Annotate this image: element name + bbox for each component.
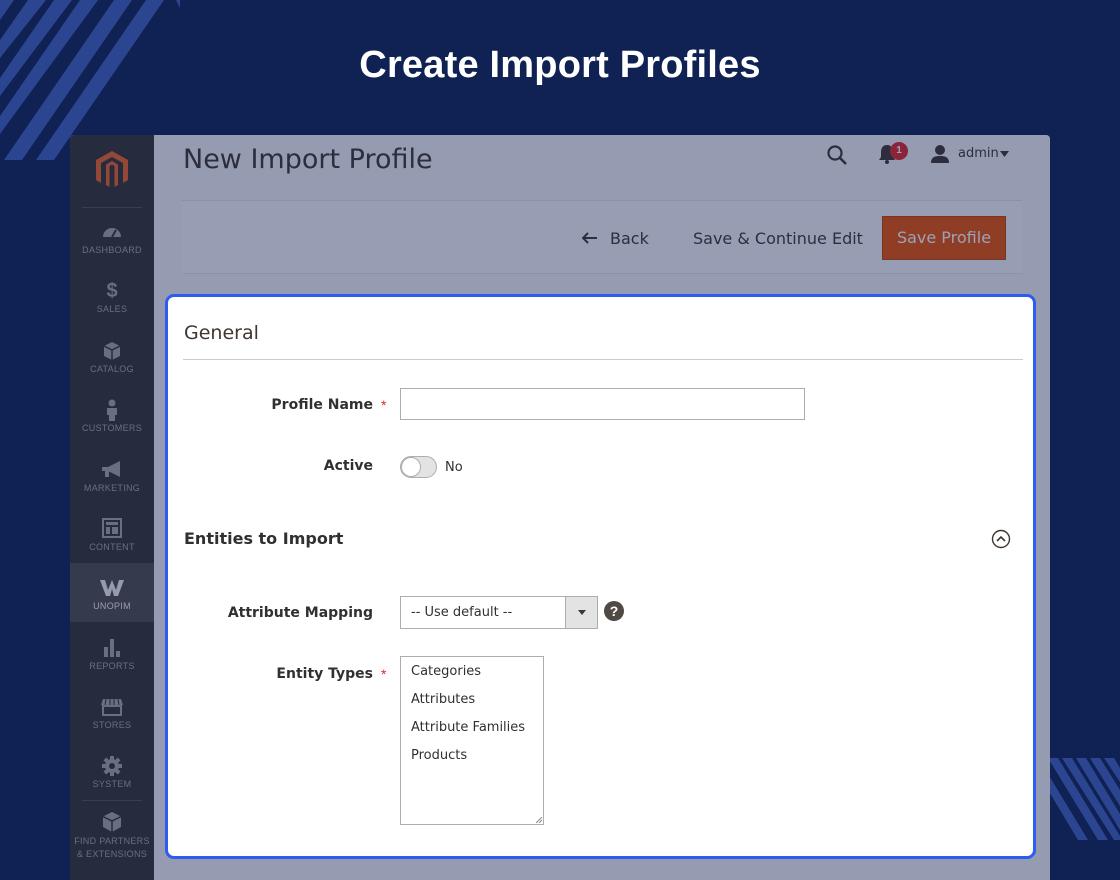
caret-down-icon — [578, 610, 586, 615]
active-toggle-state: No — [445, 460, 463, 475]
sidebar-item-label: CUSTOMERS — [81, 423, 143, 433]
sidebar-divider — [82, 207, 142, 208]
hero-title: Create Import Profiles — [359, 44, 761, 86]
sidebar-item-find-partners[interactable]: FIND PARTNERS & EXTENSIONS — [70, 811, 154, 871]
arrow-left-icon — [582, 232, 597, 244]
sidebar-item-marketing[interactable]: MARKETING — [70, 459, 154, 517]
unopim-logo-icon — [100, 580, 124, 596]
active-label: Active — [323, 458, 373, 474]
back-button[interactable]: Back — [582, 229, 649, 248]
sidebar-item-unopim[interactable]: UNOPIM — [70, 563, 154, 622]
cube-icon — [102, 812, 122, 832]
help-question-icon[interactable]: ? — [604, 601, 624, 621]
gear-icon — [102, 756, 122, 776]
sidebar-item-catalog[interactable]: CATALOG — [70, 340, 154, 398]
back-button-label: Back — [610, 229, 649, 248]
sidebar-item-label: MARKETING — [83, 483, 141, 493]
entity-type-option[interactable]: Categories — [401, 661, 543, 689]
attribute-mapping-selected: -- Use default -- — [411, 605, 513, 620]
sidebar-item-label: STORES — [92, 720, 132, 730]
section-title-general: General — [184, 322, 259, 344]
page-title: New Import Profile — [183, 144, 433, 175]
sidebar-divider — [82, 800, 142, 801]
megaphone-icon — [102, 461, 120, 477]
sidebar-item-label: CONTENT — [89, 542, 135, 552]
sidebar-item-label: FIND PARTNERS — [74, 836, 150, 846]
sidebar-item-label-line2: & EXTENSIONS — [76, 849, 148, 859]
resize-grip-icon[interactable] — [536, 817, 542, 823]
sidebar-item-label: CATALOG — [90, 364, 134, 374]
sidebar-item-sales[interactable]: $ SALES — [70, 280, 154, 338]
decorative-stripes-bottom-right — [1048, 758, 1120, 840]
save-profile-button[interactable]: Save Profile — [882, 216, 1006, 260]
sidebar-item-label: REPORTS — [89, 661, 135, 671]
select-arrow — [565, 597, 597, 628]
sidebar-item-label: UNOPIM — [93, 601, 131, 611]
required-asterisk: * — [381, 666, 387, 682]
entity-types-multiselect[interactable]: Categories Attributes Attribute Families… — [400, 656, 544, 825]
sidebar-item-stores[interactable]: STORES — [70, 696, 154, 754]
save-and-continue-button[interactable]: Save & Continue Edit — [693, 229, 863, 248]
sidebar-item-dashboard[interactable]: DASHBOARD — [70, 221, 154, 279]
section-divider — [183, 359, 1023, 360]
sidebar-item-customers[interactable]: CUSTOMERS — [70, 399, 154, 457]
speedometer-icon — [103, 228, 121, 238]
attribute-mapping-label: Attribute Mapping — [227, 605, 373, 621]
attribute-mapping-select[interactable]: -- Use default -- — [400, 596, 598, 629]
sidebar-item-system[interactable]: SYSTEM — [70, 755, 154, 813]
storefront-icon — [101, 698, 123, 716]
sidebar-item-label: DASHBOARD — [82, 245, 142, 255]
entity-type-option[interactable]: Attributes — [401, 689, 543, 717]
layout-icon — [102, 518, 122, 538]
person-icon — [107, 399, 117, 421]
required-asterisk: * — [381, 397, 387, 413]
search-icon[interactable] — [826, 144, 848, 166]
dollar-icon: $ — [106, 280, 118, 302]
entity-type-option[interactable]: Products — [401, 745, 543, 773]
profile-name-label: Profile Name — [271, 397, 373, 413]
general-form-card: General Profile Name * Active No Entitie… — [165, 294, 1036, 859]
entities-section-title: Entities to Import — [184, 529, 344, 548]
profile-name-input[interactable] — [400, 388, 805, 420]
admin-sidebar: DASHBOARD $ SALES CATALOG CUSTOMERS MARK… — [70, 135, 154, 880]
user-menu-label[interactable]: admin — [958, 146, 999, 161]
bar-chart-icon — [104, 639, 120, 657]
page-actions-bar: Back Save & Continue Edit Save Profile — [182, 200, 1022, 274]
notification-count-badge[interactable]: 1 — [890, 142, 908, 160]
collapse-chevron-up-icon[interactable] — [991, 529, 1011, 549]
sidebar-item-reports[interactable]: REPORTS — [70, 637, 154, 695]
entity-types-label: Entity Types — [276, 666, 373, 682]
chevron-down-icon[interactable] — [1000, 151, 1009, 157]
sidebar-item-label: SYSTEM — [92, 779, 132, 789]
box-icon — [103, 342, 121, 360]
user-icon[interactable] — [930, 144, 950, 164]
active-toggle[interactable] — [400, 456, 437, 478]
magento-logo-icon — [96, 151, 128, 187]
toggle-knob — [401, 457, 421, 477]
entity-type-option[interactable]: Attribute Families — [401, 717, 543, 745]
sidebar-item-label: SALES — [96, 304, 128, 314]
